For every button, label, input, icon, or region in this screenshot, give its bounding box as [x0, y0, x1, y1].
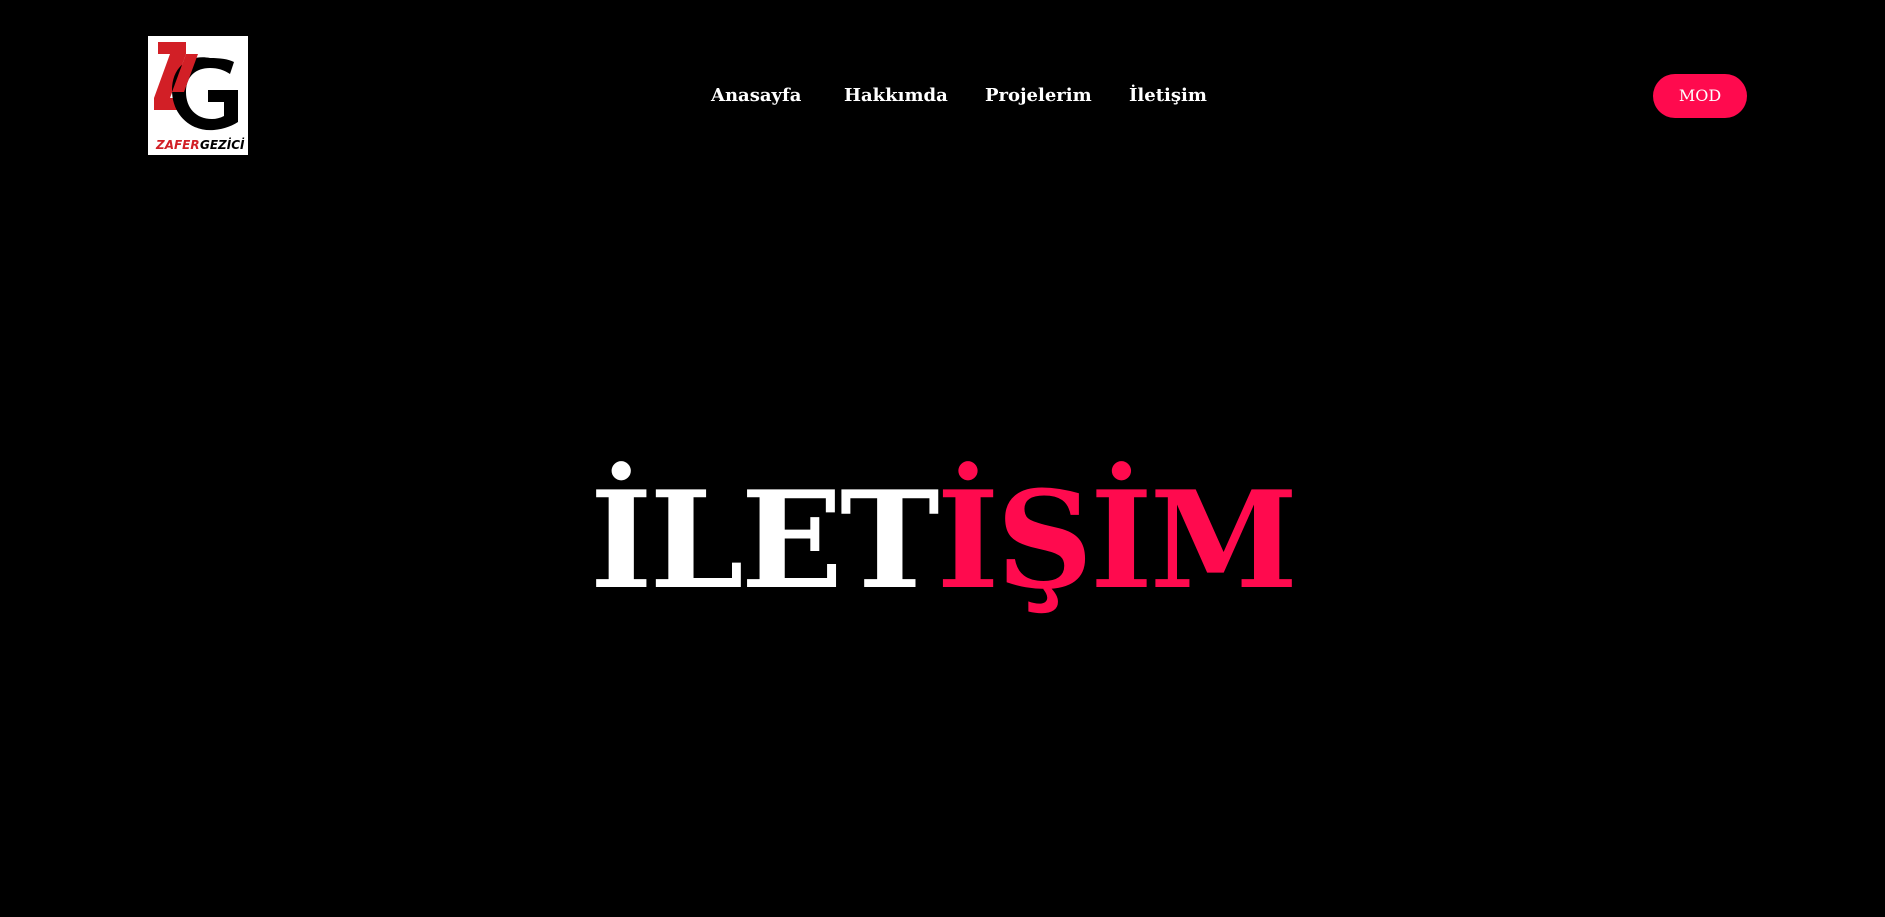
nav-item-anasayfa[interactable]: Anasayfa [711, 84, 801, 108]
logo-text-primary: ZAFER [155, 138, 200, 152]
page-title-part-white: İLET [589, 461, 940, 619]
nav-item-hakkimda[interactable]: Hakkımda [844, 84, 948, 108]
logo-text-secondary: GEZİCİ [200, 137, 245, 152]
main-navigation: Anasayfa Hakkımda Projelerim İletişim [0, 84, 1885, 108]
nav-item-iletisim[interactable]: İletişim [1129, 84, 1207, 108]
nav-item-projelerim[interactable]: Projelerim [985, 84, 1092, 108]
theme-mode-button[interactable]: MOD [1653, 74, 1747, 118]
page-title-part-accent: İŞİM [936, 461, 1298, 619]
page-title: İLETİŞİM [0, 455, 1885, 625]
